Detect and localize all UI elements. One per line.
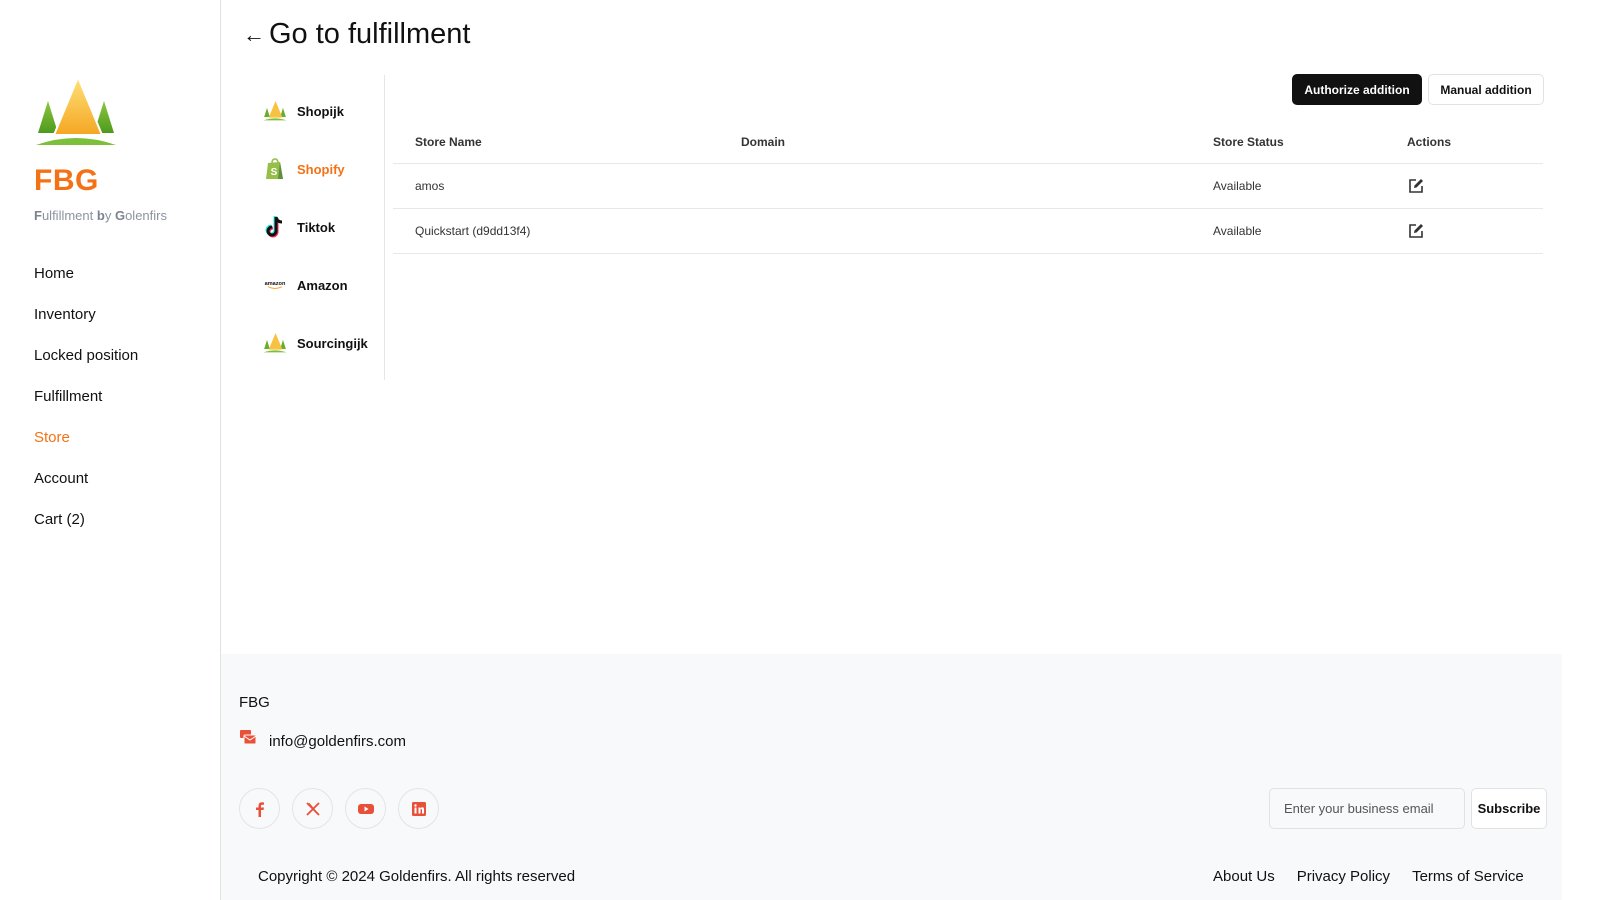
sidebar-item-fulfillment[interactable]: Fulfillment [34,386,138,427]
tab-label: Shopify [297,161,345,177]
sidebar-item-cart[interactable]: Cart (2) [34,509,138,550]
back-arrow-icon: ← [243,21,265,47]
store-name-cell: amos [415,179,445,193]
facebook-icon [255,801,264,817]
business-email-input[interactable] [1269,788,1465,829]
fir-tree-logo-icon [263,331,287,355]
tab-label: Shopijk [297,103,344,119]
stores-table: Store Name Domain Store Status Actions a… [393,120,1543,254]
shopify-bag-icon: S [263,157,287,181]
footer-email[interactable]: info@goldenfirs.com [239,730,406,750]
x-twitter-icon [305,801,320,816]
tab-tiktok[interactable]: Tiktok [263,215,335,239]
table-header-row: Store Name Domain Store Status Actions [393,120,1543,164]
footer: FBG info@goldenfirs.com Subscribe Copyri… [221,654,1562,900]
footer-links: About Us Privacy Policy Terms of Service [1213,868,1524,885]
fir-tree-logo-icon [263,99,287,123]
sidebar-item-account[interactable]: Account [34,468,138,509]
manual-addition-button[interactable]: Manual addition [1428,74,1544,105]
actions-cell [1407,209,1425,253]
sidebar-item-inventory[interactable]: Inventory [34,304,138,345]
column-header-store-name: Store Name [415,134,482,149]
facebook-link[interactable] [239,788,280,829]
table-row: amos Available [393,164,1543,209]
edit-icon[interactable] [1407,177,1425,195]
sidebar-item-home[interactable]: Home [34,263,138,304]
edit-icon[interactable] [1407,222,1425,240]
footer-link-about-us[interactable]: About Us [1213,868,1275,885]
store-platform-tabs: Shopijk S Shopify Tiktok amazon Amazon S… [221,75,385,380]
back-to-fulfillment-link[interactable]: ← Go to fulfillment [243,18,470,51]
tab-label: Tiktok [297,219,336,235]
subscribe-button[interactable]: Subscribe [1471,788,1547,829]
svg-text:S: S [271,167,278,178]
tab-label: Sourcingijk [297,335,368,351]
column-header-actions: Actions [1407,134,1452,149]
tab-shopijk[interactable]: Shopijk [263,99,344,123]
mail-icon [240,730,257,745]
column-header-domain: Domain [741,134,786,149]
fir-tree-logo-icon [36,75,116,145]
email-text: info@goldenfirs.com [269,732,406,750]
tiktok-icon [263,215,287,239]
page-title: Go to fulfillment [269,18,471,50]
footer-link-terms-of-service[interactable]: Terms of Service [1412,868,1524,885]
table-row: Quickstart (d9dd13f4) Available [393,209,1543,254]
sidebar-item-store[interactable]: Store [34,427,138,468]
tab-sourcingijk[interactable]: Sourcingijk [263,331,368,355]
footer-brand: FBG [239,694,270,711]
footer-link-privacy-policy[interactable]: Privacy Policy [1297,868,1390,885]
tab-shopify[interactable]: S Shopify [263,157,345,181]
main-content: ← Go to fulfillment Shopijk S Shopify Ti… [221,0,1562,654]
social-links [239,788,439,829]
copyright-text: Copyright © 2024 Goldenfirs. All rights … [258,868,576,885]
store-status-cell: Available [1213,179,1262,193]
youtube-link[interactable] [345,788,386,829]
sidebar-nav: Home Inventory Locked position Fulfillme… [34,263,138,550]
amazon-logo-icon: amazon [263,273,287,297]
actions-cell [1407,164,1425,208]
store-name-cell: Quickstart (d9dd13f4) [415,224,531,238]
linkedin-link[interactable] [398,788,439,829]
linkedin-icon [411,801,426,816]
tab-amazon[interactable]: amazon Amazon [263,273,348,297]
svg-text:amazon: amazon [265,281,286,287]
tab-label: Amazon [297,277,348,293]
youtube-icon [357,803,374,814]
store-status-cell: Available [1213,224,1262,238]
sidebar: FBG Fulfillment by Golenfirs Home Invent… [0,0,221,900]
brand-tagline: Fulfillment by Golenfirs [34,208,167,223]
x-twitter-link[interactable] [292,788,333,829]
sidebar-item-locked-position[interactable]: Locked position [34,345,138,386]
brand-name: FBG [34,164,99,197]
column-header-store-status: Store Status [1213,134,1284,149]
authorize-addition-button[interactable]: Authorize addition [1292,74,1422,105]
